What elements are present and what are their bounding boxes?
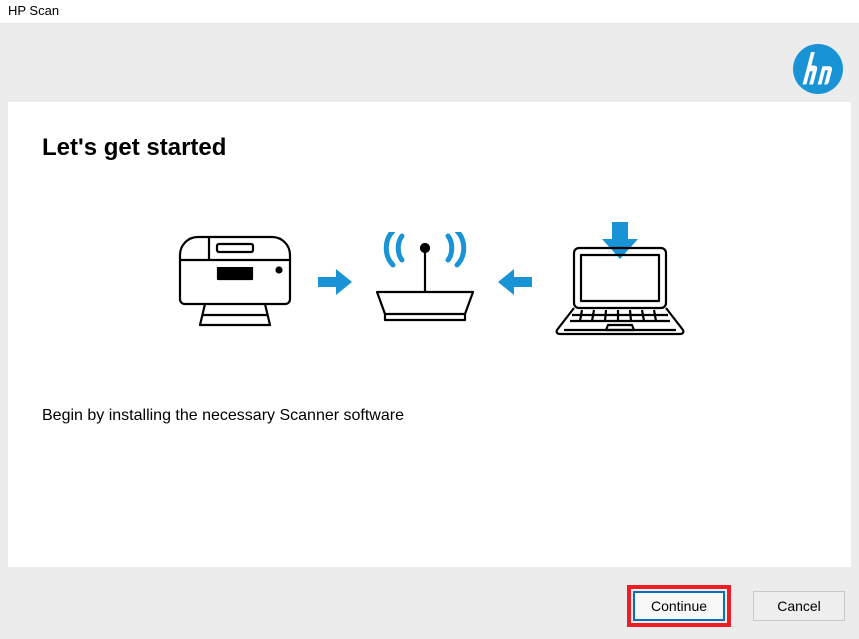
printer-icon (170, 227, 300, 342)
window-title: HP Scan (8, 3, 59, 18)
router-icon (370, 232, 480, 337)
hp-logo (793, 44, 843, 99)
continue-highlight: Continue (627, 585, 731, 627)
continue-button[interactable]: Continue (633, 591, 725, 621)
laptop-download-icon (550, 222, 690, 347)
outer-area: Let's get started (0, 24, 859, 639)
cancel-button[interactable]: Cancel (753, 591, 845, 621)
arrow-left-icon (498, 267, 532, 302)
setup-diagram (42, 222, 817, 347)
instruction-text: Begin by installing the necessary Scanne… (42, 407, 817, 425)
button-row: Continue Cancel (627, 585, 845, 627)
page-heading: Let's get started (42, 134, 817, 162)
arrow-right-icon (318, 267, 352, 302)
content-card: Let's get started (8, 102, 851, 567)
window-title-bar: HP Scan (0, 0, 859, 24)
